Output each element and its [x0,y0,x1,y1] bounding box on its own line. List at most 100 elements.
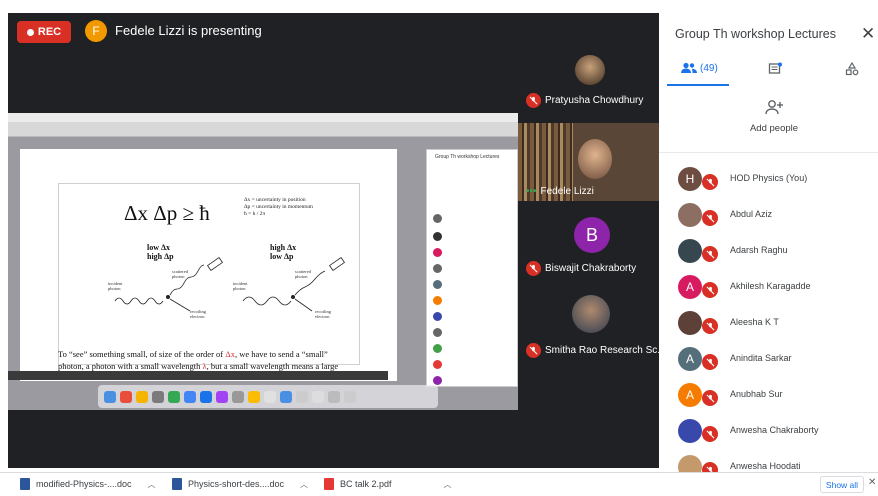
pdf-toolbar [8,122,518,137]
avatar [678,311,702,335]
mirrored-participants-panel: Group Th workshop Lectures [426,149,518,387]
record-label: REC [37,26,62,38]
presenting-text: Fedele Lizzi is presenting [115,23,262,38]
pdf-icon [324,478,334,490]
word-doc-icon [172,478,182,490]
mic-off-icon [526,343,541,358]
participant-name: Anubhab Sur [730,389,783,399]
participant-avatar: B [574,217,610,253]
mic-off-icon [702,426,718,442]
add-people-button[interactable]: Add people [739,99,809,134]
tile-smitha[interactable]: Smitha Rao Research Sc... [518,283,659,365]
participant-name: Akhilesh Karagadde [730,281,811,291]
mini-row [433,310,513,322]
mic-off-icon [702,390,718,406]
participant-photo [578,139,612,179]
participant-photo [572,295,610,333]
avatar: A [678,275,702,299]
participant-name: Aleesha K T [730,317,779,327]
download-item[interactable]: modified-Physics-....doc ︿ [20,478,156,490]
participant-name: Anwesha Hoodati [730,461,801,471]
active-tab-indicator [667,84,729,86]
record-indicator: REC [17,21,71,43]
mic-off-icon [702,282,718,298]
tile-name: Smitha Rao Research Sc... [526,343,659,358]
mini-row [433,326,513,338]
tab-activities[interactable] [845,62,859,76]
panel-title: Group Th workshop Lectures [675,27,836,41]
chevron-up-icon[interactable]: ︿ [148,479,156,490]
tab-chat[interactable] [768,62,782,76]
mac-menu-bar [8,113,518,122]
avatar: A [678,347,702,371]
slide-paragraph: To “see” something small, of size of the… [58,349,339,371]
mini-row [433,246,513,258]
mic-off-icon [702,246,718,262]
mini-row [433,262,513,274]
mini-row [433,374,513,386]
chevron-up-icon[interactable]: ︿ [444,479,452,490]
mic-off-icon [526,261,541,276]
participant-row[interactable]: A Anindita Sarkar [659,342,878,378]
participant-row[interactable]: H HOD Physics (You) [659,162,878,198]
show-all-button[interactable]: Show all [820,476,864,493]
mini-taskbar [8,371,388,380]
mini-row [433,278,513,290]
shared-screen: Δx Δp ≥ ħ Δx = uncertainty in position Δ… [8,113,518,410]
mic-off-icon [702,354,718,370]
participant-name: Anwesha Chakraborty [730,425,819,435]
mic-off-icon [702,318,718,334]
mini-row [433,294,513,306]
chevron-up-icon[interactable]: ︿ [300,479,308,490]
add-person-icon [765,100,783,115]
participant-row[interactable]: Adarsh Raghu [659,234,878,270]
speaking-dots-icon: ••• [526,186,537,197]
record-dot-icon [26,28,34,36]
divider [659,152,878,153]
avatar [678,239,702,263]
download-item[interactable]: Physics-short-des....doc ︿ [172,478,308,490]
tile-name: ••• Fedele Lizzi [526,186,594,197]
mini-row [433,342,513,354]
presenter-avatar: F [85,20,107,42]
mac-dock [98,385,438,408]
meeting-stage: REC F Fedele Lizzi is presenting Δx Δp ≥… [8,13,659,468]
participant-row[interactable]: Abdul Aziz [659,198,878,234]
avatar: A [678,383,702,407]
avatar [678,419,702,443]
mirrored-panel-title: Group Th workshop Lectures [435,154,500,160]
tile-fedele[interactable]: ••• Fedele Lizzi [518,123,659,201]
tile-pratyusha[interactable]: Pratyusha Chowdhury [518,43,659,115]
mic-off-icon [526,93,541,108]
people-icon [681,62,697,73]
download-item[interactable]: BC talk 2.pdf ︿ [324,478,452,490]
mini-row [433,212,513,224]
tile-name: Biswajit Chakraborty [526,261,636,276]
avatar: H [678,167,702,191]
participant-row[interactable]: A Akhilesh Karagadde [659,270,878,306]
download-bar: modified-Physics-....doc ︿ Physics-short… [0,472,878,496]
activities-icon [845,62,859,76]
participant-row[interactable]: A Anubhab Sur [659,378,878,414]
avatar [678,203,702,227]
participant-name: HOD Physics (You) [730,173,808,183]
mini-row [433,230,513,242]
people-count: (49) [700,62,718,74]
pdf-page: Δx Δp ≥ ħ Δx = uncertainty in position Δ… [20,149,397,381]
participants-panel: Group Th workshop Lectures ✕ (49) Add pe… [659,13,878,479]
mic-off-icon [702,210,718,226]
close-icon[interactable]: ✕ [861,24,875,44]
participant-name: Anindita Sarkar [730,353,792,363]
participant-photo [575,55,605,85]
chat-icon [768,62,782,74]
word-doc-icon [20,478,30,490]
mic-off-icon [702,174,718,190]
close-icon[interactable]: ✕ [868,477,876,488]
compton-diagram [114,256,346,312]
participant-row[interactable]: Anwesha Chakraborty [659,414,878,450]
participant-row[interactable]: Aleesha K T [659,306,878,342]
panel-tabs: (49) [659,58,878,86]
tile-name: Pratyusha Chowdhury [526,93,643,108]
tile-biswajit[interactable]: B Biswajit Chakraborty [518,205,659,283]
tab-people[interactable]: (49) [681,62,718,74]
